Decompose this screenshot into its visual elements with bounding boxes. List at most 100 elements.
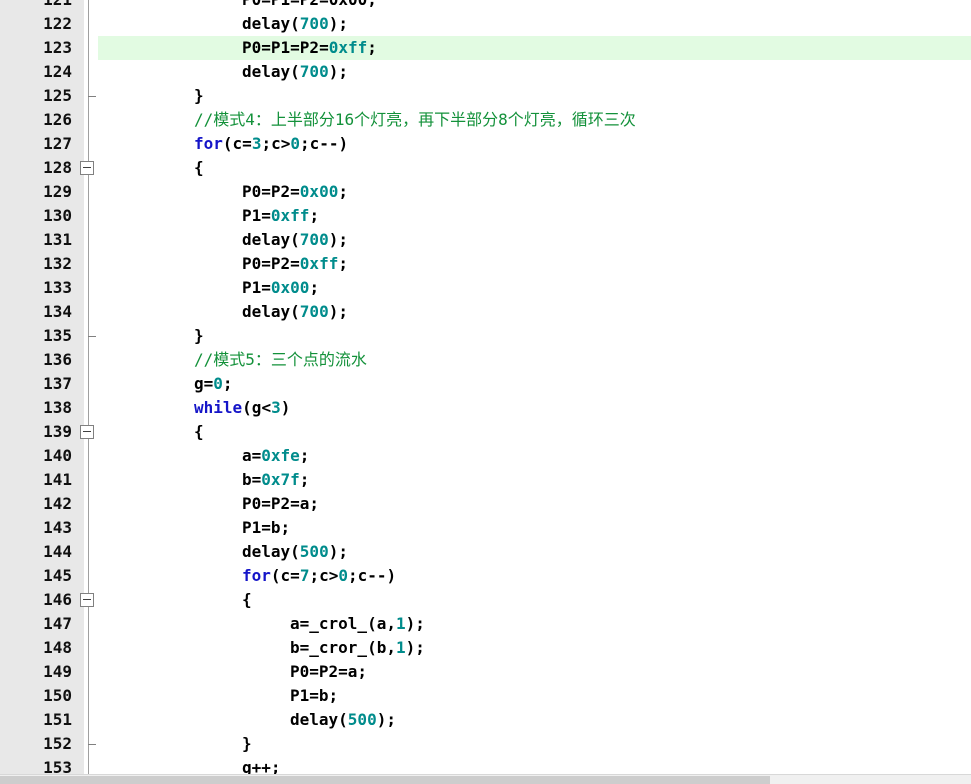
code-line[interactable]: 147 a=_crol_(a,1); — [0, 612, 971, 636]
code-line[interactable]: 126 //模式4：上半部分16个灯亮，再下半部分8个灯亮，循环三次 — [0, 108, 971, 132]
horizontal-scrollbar[interactable] — [0, 774, 971, 784]
code-line[interactable]: 149 P0=P2=a; — [0, 660, 971, 684]
code-line[interactable]: 146 { — [0, 588, 971, 612]
code-text: delay(700); — [242, 228, 348, 252]
line-number: 150 — [43, 686, 72, 705]
code-line[interactable]: 140 a=0xfe; — [0, 444, 971, 468]
code-line[interactable]: 145 for(c=7;c>0;c--) — [0, 564, 971, 588]
code-line[interactable]: 138 while(g<3) — [0, 396, 971, 420]
code-line[interactable]: 133 P1=0x00; — [0, 276, 971, 300]
line-number: 145 — [43, 566, 72, 585]
line-number: 152 — [43, 734, 72, 753]
code-editor[interactable]: 121 P0=P1=P2=0x00; 122 delay(700); 123 P0=P1=… — [0, 0, 971, 784]
code-line[interactable]: 142 P0=P2=a; — [0, 492, 971, 516]
code-line[interactable]: 141 b=0x7f; — [0, 468, 971, 492]
keyword-token: while — [194, 398, 243, 417]
number-token: 0 — [213, 374, 223, 393]
code-token: ); — [405, 638, 425, 657]
code-line[interactable]: 125} — [0, 84, 971, 108]
line-number: 148 — [43, 638, 72, 657]
number-token: 500 — [347, 710, 377, 729]
number-token: 700 — [299, 62, 329, 81]
keyword-token: for — [242, 566, 271, 585]
code-token: P0=P2=a; — [242, 494, 320, 513]
code-token: ); — [328, 62, 348, 81]
number-token: 700 — [299, 14, 329, 33]
line-number: 123 — [43, 38, 72, 57]
code-line[interactable]: 152} — [0, 732, 971, 756]
code-token: P0=P1=P2= — [242, 38, 329, 57]
line-number: 127 — [43, 134, 72, 153]
code-line[interactable]: 134 delay(700); — [0, 300, 971, 324]
line-number: 129 — [43, 182, 72, 201]
fold-collapse-icon[interactable] — [80, 425, 94, 439]
code-line[interactable]: 130 P1=0xff; — [0, 204, 971, 228]
code-token: { — [194, 422, 204, 441]
code-text: P1=0x00; — [242, 276, 319, 300]
number-token: 500 — [299, 542, 329, 561]
code-token: ; — [338, 254, 348, 273]
code-token: { — [242, 590, 252, 609]
number-token: 3 — [271, 398, 281, 417]
code-text: delay(700); — [242, 300, 348, 324]
code-line[interactable]: 139 { — [0, 420, 971, 444]
code-text: delay(700); — [242, 60, 348, 84]
number-token: 700 — [299, 230, 329, 249]
comment-token: //模式4：上半部分16个灯亮，再下半部分8个灯亮，循环三次 — [194, 110, 636, 129]
code-line[interactable]: 132 P0=P2=0xff; — [0, 252, 971, 276]
code-line[interactable]: 128 { — [0, 156, 971, 180]
line-number: 144 — [43, 542, 72, 561]
code-line[interactable]: 129 P0=P2=0x00; — [0, 180, 971, 204]
code-line[interactable]: 143 P1=b; — [0, 516, 971, 540]
code-line[interactable]: 121 P0=P1=P2=0x00; — [0, 0, 971, 12]
code-text: P0=P2=a; — [242, 492, 319, 516]
code-token: P1=b; — [290, 686, 339, 705]
comment-token: //模式5：三个点的流水 — [194, 350, 367, 369]
number-token: 1 — [395, 638, 406, 657]
line-number: 133 — [43, 278, 72, 297]
code-line[interactable]: 124 delay(700); — [0, 60, 971, 84]
code-text: } — [242, 732, 252, 756]
fold-collapse-icon[interactable] — [80, 161, 94, 175]
code-line[interactable]: 144 delay(500); — [0, 540, 971, 564]
code-token: P0=P2= — [242, 254, 300, 273]
code-text: P0=P2=0x00; — [242, 180, 348, 204]
line-number: 139 — [43, 422, 72, 441]
code-line[interactable]: 131 delay(700); — [0, 228, 971, 252]
fold-end-marker — [88, 324, 96, 337]
line-number: 151 — [43, 710, 72, 729]
code-line[interactable]: 151 delay(500); — [0, 708, 971, 732]
line-number: 122 — [43, 14, 72, 33]
code-token: P1=b; — [242, 518, 291, 537]
code-token: ;c--) — [348, 566, 397, 585]
code-line[interactable]: 150 P1=b; — [0, 684, 971, 708]
code-token: ); — [405, 614, 425, 633]
code-text: b=_cror_(b,1); — [290, 636, 425, 660]
code-token: P0=P2=a; — [290, 662, 368, 681]
code-text: P0=P1=P2=0x00; — [242, 0, 377, 12]
code-text: for(c=7;c>0;c--) — [242, 564, 396, 588]
code-line[interactable]: 148 b=_cror_(b,1); — [0, 636, 971, 660]
code-line[interactable]: 136 //模式5：三个点的流水 — [0, 348, 971, 372]
code-text: delay(500); — [290, 708, 396, 732]
code-line[interactable]: 135} — [0, 324, 971, 348]
line-number: 121 — [0, 0, 72, 12]
code-line[interactable]: 137 g=0; — [0, 372, 971, 396]
code-line[interactable]: 127 for(c=3;c>0;c--) — [0, 132, 971, 156]
code-token: ;c> — [261, 134, 291, 153]
code-text: //模式5：三个点的流水 — [194, 348, 367, 372]
code-token: (c= — [222, 134, 252, 153]
code-line[interactable]: 122 delay(700); — [0, 12, 971, 36]
code-token: ; — [299, 470, 310, 489]
line-number: 137 — [43, 374, 72, 393]
line-number: 126 — [43, 110, 72, 129]
fold-collapse-icon[interactable] — [80, 593, 94, 607]
line-number: 142 — [43, 494, 72, 513]
code-line-current[interactable]: 123 P0=P1=P2=0xff; — [0, 36, 971, 60]
line-number: 132 — [43, 254, 72, 273]
number-token: 0x7f — [261, 470, 300, 489]
code-text: while(g<3) — [194, 396, 290, 420]
code-text: delay(700); — [242, 12, 348, 36]
code-text: } — [194, 324, 204, 348]
horizontal-scrollbar-thumb[interactable] — [0, 776, 770, 784]
